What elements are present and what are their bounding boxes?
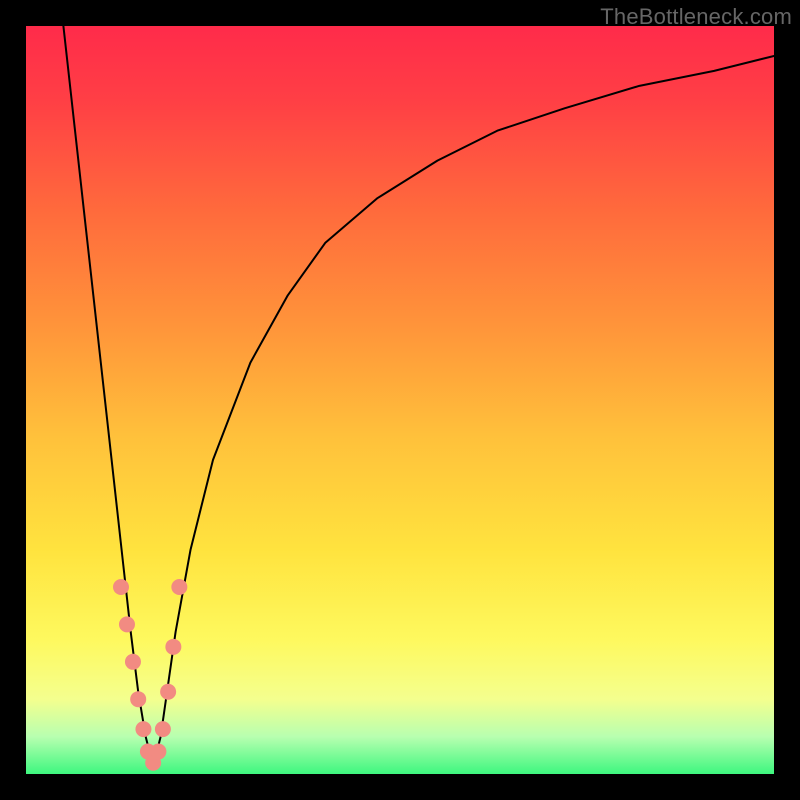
chart-frame: TheBottleneck.com — [0, 0, 800, 800]
scatter-point — [119, 616, 135, 632]
watermark-text: TheBottleneck.com — [600, 4, 792, 30]
scatter-point — [165, 639, 181, 655]
scatter-point — [171, 579, 187, 595]
scatter-point — [155, 721, 171, 737]
scatter-point — [150, 744, 166, 760]
scatter-point — [160, 684, 176, 700]
plot-area — [26, 26, 774, 774]
scatter-point — [130, 691, 146, 707]
chart-canvas — [26, 26, 774, 774]
scatter-point — [113, 579, 129, 595]
scatter-point — [125, 654, 141, 670]
scatter-point — [135, 721, 151, 737]
